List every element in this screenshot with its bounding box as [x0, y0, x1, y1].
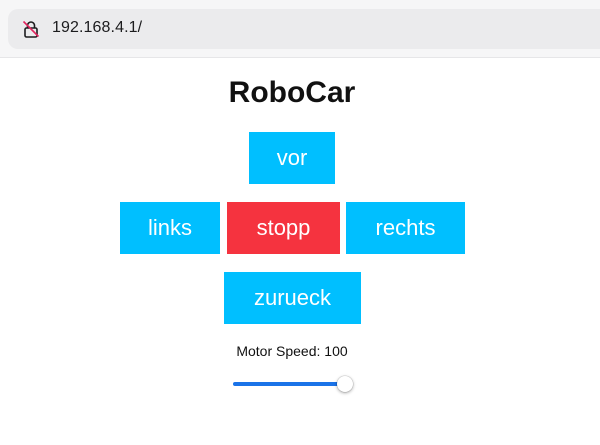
forward-button[interactable]: vor [249, 132, 335, 184]
backward-button[interactable]: zurueck [224, 272, 361, 324]
motor-speed-label: Motor Speed: 100 [236, 343, 348, 359]
right-button[interactable]: rechts [346, 202, 465, 254]
address-bar[interactable]: 192.168.4.1/ [8, 9, 600, 49]
left-button[interactable]: links [120, 202, 220, 254]
robocar-page: RoboCar vor links stopp rechts zurueck M… [0, 58, 600, 445]
page-title: RoboCar [228, 76, 356, 109]
motor-speed-slider[interactable] [233, 374, 353, 394]
slider-thumb[interactable] [337, 376, 353, 392]
browser-toolbar: 192.168.4.1/ [0, 0, 600, 58]
insecure-lock-icon[interactable] [22, 20, 40, 38]
stop-button[interactable]: stopp [227, 202, 340, 254]
url-text[interactable]: 192.168.4.1/ [52, 19, 142, 37]
slider-track[interactable] [233, 382, 345, 386]
